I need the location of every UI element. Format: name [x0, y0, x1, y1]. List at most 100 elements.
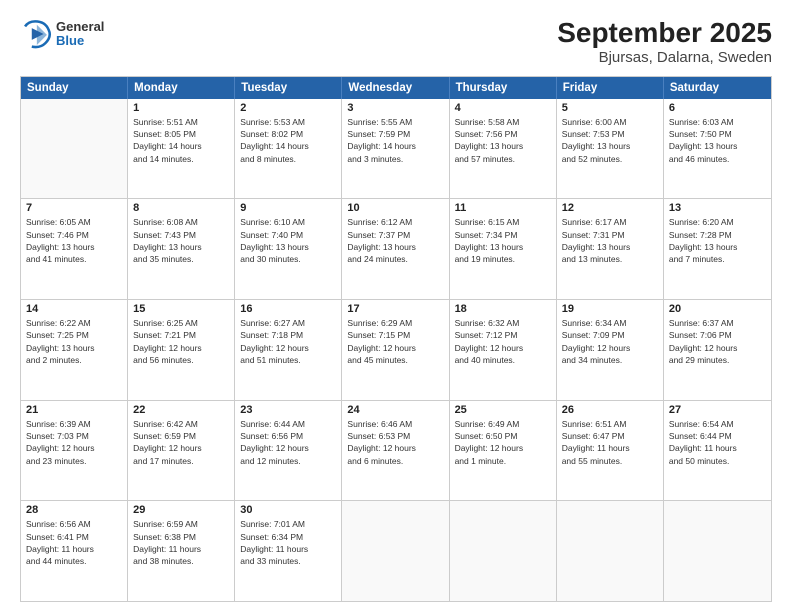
calendar-cell	[664, 501, 771, 601]
calendar-cell: 29 Sunrise: 6:59 AM Sunset: 6:38 PM Dayli…	[128, 501, 235, 601]
day-number: 23	[240, 404, 336, 416]
calendar-cell: 14Sunrise: 6:22 AM Sunset: 7:25 PM Dayli…	[21, 300, 128, 400]
page-title: September 2025	[557, 18, 772, 49]
calendar-cell: 19 Sunrise: 6:34 AM Sunset: 7:09 PM Dayli…	[557, 300, 664, 400]
day-number: 28	[26, 504, 122, 516]
day-info: Sunrise: 6:03 AM Sunset: 7:50 PM Dayligh…	[669, 116, 766, 165]
calendar-cell: 7 Sunrise: 6:05 AM Sunset: 7:46 PM Daylig…	[21, 199, 128, 299]
day-number: 8	[133, 202, 229, 214]
calendar-cell: 8 Sunrise: 6:08 AM Sunset: 7:43 PM Daylig…	[128, 199, 235, 299]
calendar-cell: 28 Sunrise: 6:56 AM Sunset: 6:41 PM Dayli…	[21, 501, 128, 601]
calendar-cell: 9 Sunrise: 6:10 AM Sunset: 7:40 PM Daylig…	[235, 199, 342, 299]
logo-blue-label: Blue	[56, 34, 104, 48]
calendar-cell: 21 Sunrise: 6:39 AM Sunset: 7:03 PM Dayli…	[21, 401, 128, 501]
logo: General Blue	[20, 18, 104, 50]
header-day-sunday: Sunday	[21, 77, 128, 99]
header-day-friday: Friday	[557, 77, 664, 99]
day-info: Sunrise: 6:59 AM Sunset: 6:38 PM Dayligh…	[133, 518, 229, 567]
calendar-cell	[21, 99, 128, 199]
calendar-cell: 3 Sunrise: 5:55 AM Sunset: 7:59 PM Daylig…	[342, 99, 449, 199]
day-info: Sunrise: 6:51 AM Sunset: 6:47 PM Dayligh…	[562, 418, 658, 467]
day-number: 13	[669, 202, 766, 214]
calendar-cell: 15Sunrise: 6:25 AM Sunset: 7:21 PM Dayli…	[128, 300, 235, 400]
title-block: September 2025 Bjursas, Dalarna, Sweden	[557, 18, 772, 66]
day-info: Sunrise: 5:55 AM Sunset: 7:59 PM Dayligh…	[347, 116, 443, 165]
day-number: 9	[240, 202, 336, 214]
day-info: Sunrise: 6:08 AM Sunset: 7:43 PM Dayligh…	[133, 216, 229, 265]
day-number: 22	[133, 404, 229, 416]
day-number: 21	[26, 404, 122, 416]
calendar-cell: 13 Sunrise: 6:20 AM Sunset: 7:28 PM Dayli…	[664, 199, 771, 299]
day-number: 18	[455, 303, 551, 315]
day-info: Sunrise: 6:56 AM Sunset: 6:41 PM Dayligh…	[26, 518, 122, 567]
calendar-cell: 26 Sunrise: 6:51 AM Sunset: 6:47 PM Dayli…	[557, 401, 664, 501]
day-info: Sunrise: 6:17 AM Sunset: 7:31 PM Dayligh…	[562, 216, 658, 265]
calendar-cell: 16 Sunrise: 6:27 AM Sunset: 7:18 PM Dayli…	[235, 300, 342, 400]
day-info: Sunrise: 6:37 AM Sunset: 7:06 PM Dayligh…	[669, 317, 766, 366]
day-info: Sunrise: 6:49 AM Sunset: 6:50 PM Dayligh…	[455, 418, 551, 467]
day-number: 25	[455, 404, 551, 416]
day-info: Sunrise: 7:01 AM Sunset: 6:34 PM Dayligh…	[240, 518, 336, 567]
day-number: 19	[562, 303, 658, 315]
day-info: Sunrise: 6:10 AM Sunset: 7:40 PM Dayligh…	[240, 216, 336, 265]
day-number: 11	[455, 202, 551, 214]
day-info: Sunrise: 5:53 AM Sunset: 8:02 PM Dayligh…	[240, 116, 336, 165]
calendar-row-3: 21 Sunrise: 6:39 AM Sunset: 7:03 PM Dayli…	[21, 401, 771, 502]
day-info: Sunrise: 6:42 AM Sunset: 6:59 PM Dayligh…	[133, 418, 229, 467]
day-info: Sunrise: 6:39 AM Sunset: 7:03 PM Dayligh…	[26, 418, 122, 467]
calendar-cell: 18 Sunrise: 6:32 AM Sunset: 7:12 PM Dayli…	[450, 300, 557, 400]
day-number: 29	[133, 504, 229, 516]
day-number: 27	[669, 404, 766, 416]
header-day-tuesday: Tuesday	[235, 77, 342, 99]
day-info: Sunrise: 6:32 AM Sunset: 7:12 PM Dayligh…	[455, 317, 551, 366]
day-info: Sunrise: 6:27 AM Sunset: 7:18 PM Dayligh…	[240, 317, 336, 366]
day-number: 10	[347, 202, 443, 214]
calendar-cell: 20 Sunrise: 6:37 AM Sunset: 7:06 PM Dayli…	[664, 300, 771, 400]
day-number: 1	[133, 102, 229, 114]
header: General Blue September 2025 Bjursas, Dal…	[20, 18, 772, 66]
calendar-cell: 2 Sunrise: 5:53 AM Sunset: 8:02 PM Daylig…	[235, 99, 342, 199]
day-number: 20	[669, 303, 766, 315]
logo-text: General Blue	[56, 20, 104, 49]
calendar-cell	[342, 501, 449, 601]
calendar-row-0: 1 Sunrise: 5:51 AM Sunset: 8:05 PM Daylig…	[21, 99, 771, 200]
page: General Blue September 2025 Bjursas, Dal…	[0, 0, 792, 612]
header-day-thursday: Thursday	[450, 77, 557, 99]
header-day-saturday: Saturday	[664, 77, 771, 99]
day-info: Sunrise: 6:34 AM Sunset: 7:09 PM Dayligh…	[562, 317, 658, 366]
calendar-cell: 22 Sunrise: 6:42 AM Sunset: 6:59 PM Dayli…	[128, 401, 235, 501]
calendar-cell: 17 Sunrise: 6:29 AM Sunset: 7:15 PM Dayli…	[342, 300, 449, 400]
day-number: 4	[455, 102, 551, 114]
day-number: 26	[562, 404, 658, 416]
calendar-cell: 27 Sunrise: 6:54 AM Sunset: 6:44 PM Dayli…	[664, 401, 771, 501]
calendar-cell: 4Sunrise: 5:58 AM Sunset: 7:56 PM Daylig…	[450, 99, 557, 199]
day-number: 7	[26, 202, 122, 214]
calendar-cell	[450, 501, 557, 601]
day-number: 30	[240, 504, 336, 516]
day-info: Sunrise: 6:22 AM Sunset: 7:25 PM Dayligh…	[26, 317, 122, 366]
day-info: Sunrise: 6:05 AM Sunset: 7:46 PM Dayligh…	[26, 216, 122, 265]
day-info: Sunrise: 6:15 AM Sunset: 7:34 PM Dayligh…	[455, 216, 551, 265]
day-info: Sunrise: 5:51 AM Sunset: 8:05 PM Dayligh…	[133, 116, 229, 165]
header-day-monday: Monday	[128, 77, 235, 99]
day-number: 3	[347, 102, 443, 114]
page-subtitle: Bjursas, Dalarna, Sweden	[557, 49, 772, 66]
day-number: 17	[347, 303, 443, 315]
day-number: 12	[562, 202, 658, 214]
calendar-row-4: 28 Sunrise: 6:56 AM Sunset: 6:41 PM Dayli…	[21, 501, 771, 601]
calendar-cell: 11 Sunrise: 6:15 AM Sunset: 7:34 PM Dayli…	[450, 199, 557, 299]
day-info: Sunrise: 6:29 AM Sunset: 7:15 PM Dayligh…	[347, 317, 443, 366]
day-info: Sunrise: 6:20 AM Sunset: 7:28 PM Dayligh…	[669, 216, 766, 265]
day-number: 6	[669, 102, 766, 114]
day-number: 2	[240, 102, 336, 114]
day-number: 15	[133, 303, 229, 315]
calendar-cell: 25 Sunrise: 6:49 AM Sunset: 6:50 PM Dayli…	[450, 401, 557, 501]
day-info: Sunrise: 6:54 AM Sunset: 6:44 PM Dayligh…	[669, 418, 766, 467]
calendar-cell: 1 Sunrise: 5:51 AM Sunset: 8:05 PM Daylig…	[128, 99, 235, 199]
calendar-body: 1 Sunrise: 5:51 AM Sunset: 8:05 PM Daylig…	[21, 99, 771, 601]
logo-general-label: General	[56, 20, 104, 34]
calendar-cell	[557, 501, 664, 601]
calendar-cell: 5Sunrise: 6:00 AM Sunset: 7:53 PM Daylig…	[557, 99, 664, 199]
day-number: 5	[562, 102, 658, 114]
day-number: 16	[240, 303, 336, 315]
